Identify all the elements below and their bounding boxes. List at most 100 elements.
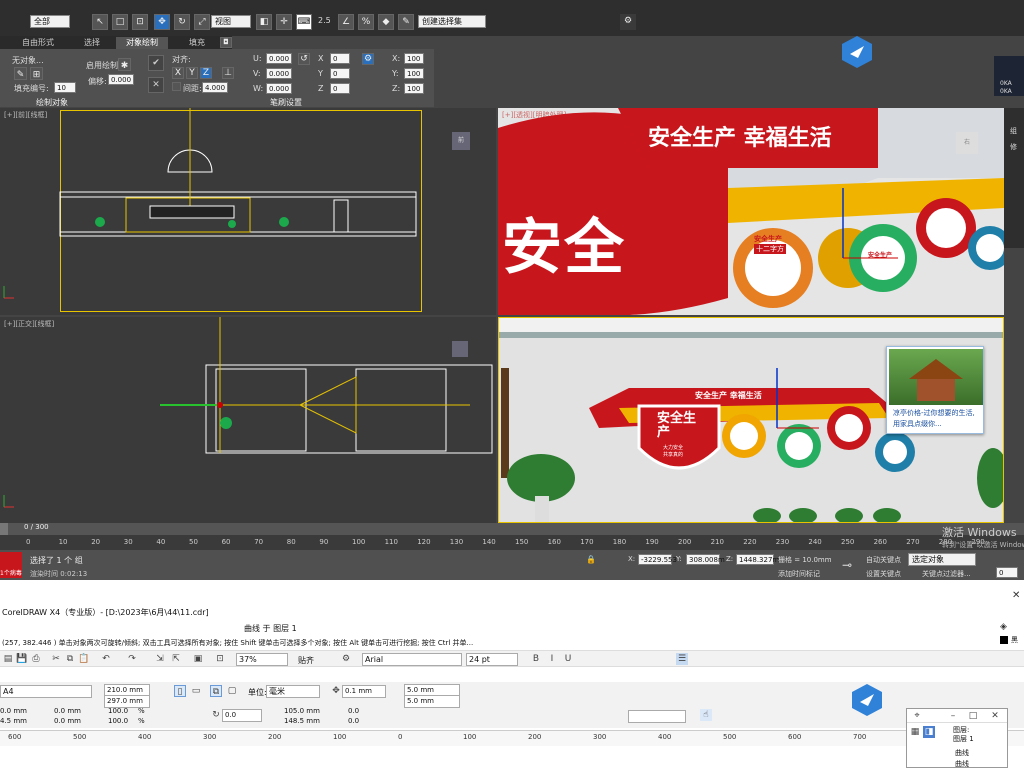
move-icon[interactable]: ✥ <box>154 14 170 30</box>
viewcube-ortho[interactable] <box>452 341 468 357</box>
no-object-label[interactable]: 无对象... <box>12 55 44 66</box>
copy-icon[interactable]: ⧉ <box>64 653 76 665</box>
skew-v-value[interactable]: 0.0 <box>348 717 359 725</box>
spacing-field[interactable]: 4.000 <box>202 82 228 93</box>
undo-icon[interactable]: ↶ <box>100 653 112 665</box>
tab-populate[interactable]: 填充 <box>189 37 205 49</box>
bold-icon[interactable]: B <box>530 653 542 665</box>
snap-toggle[interactable]: 2.5 <box>318 16 331 25</box>
viewport-front[interactable]: [+][前][线框] 前 <box>0 108 496 315</box>
save-icon[interactable]: 💾 <box>16 653 28 665</box>
landscape-icon[interactable]: ▭ <box>190 685 202 697</box>
scale-z-field[interactable]: 100 <box>404 83 424 94</box>
key-icon[interactable]: ⊸ <box>842 558 852 572</box>
align-x-button[interactable]: X <box>172 67 184 79</box>
hand-icon[interactable]: ☝ <box>700 709 712 721</box>
ad-popup[interactable]: 凉亭价格-过你想要的生活,用家具点缀你... <box>886 346 984 434</box>
time-slider-handle[interactable] <box>0 523 8 535</box>
import-icon[interactable]: ⇲ <box>154 653 166 665</box>
maximize-icon[interactable]: □ <box>967 710 979 722</box>
scale-y-field[interactable]: 100 <box>404 68 424 79</box>
panel-layer-name[interactable]: 图层 1 <box>953 734 974 744</box>
paint-brush-icon[interactable]: ✎ <box>14 67 27 80</box>
all-pages-icon[interactable]: ⧉ <box>210 685 222 697</box>
current-page-icon[interactable]: ▢ <box>226 685 238 697</box>
duplicate-y-field[interactable]: 5.0 mm <box>404 695 460 708</box>
viewport-perspective[interactable]: [+][透视][明暗处理] 安全生产 幸福生活 安全 安全生产 十二字方 安全生… <box>498 108 1004 315</box>
scale-icon[interactable]: ⤢ <box>194 14 210 30</box>
fill-number-field[interactable]: 10 <box>54 82 76 93</box>
spacing-checkbox[interactable] <box>172 82 181 91</box>
scale-lock-icon[interactable]: ⚙ <box>362 53 374 65</box>
named-selection-set[interactable]: 创建选择集 <box>418 15 486 28</box>
align-y-button[interactable]: Y <box>186 67 198 79</box>
size-h-value[interactable]: 0.0 mm <box>54 717 81 725</box>
track-bar[interactable]: 0 10 20 30 40 50 60 70 80 90 100 110 120 130 140 150 160… <box>0 535 1024 550</box>
percent-snap-icon[interactable]: % <box>358 14 374 30</box>
italic-icon[interactable]: I <box>546 653 558 665</box>
keyboard-shortcut-icon[interactable]: ⌨ <box>296 14 312 30</box>
viewcube-perspective[interactable]: 右 <box>956 132 978 154</box>
rotate-icon-corel[interactable]: ↻ <box>210 709 222 721</box>
center-x-value[interactable]: 105.0 mm <box>284 707 320 715</box>
angle-field[interactable]: 0.0 <box>222 709 262 722</box>
fill-icon[interactable]: ◈ <box>1000 622 1010 632</box>
add-time-tag[interactable]: 添加时间标记 <box>778 569 820 579</box>
font-dropdown[interactable]: Arial <box>362 653 462 666</box>
ad-image[interactable] <box>889 349 983 405</box>
reference-coord-dropdown[interactable]: 视图 <box>211 15 251 28</box>
u-field[interactable]: 0.000 <box>266 53 292 64</box>
selected-object-dropdown[interactable]: 选定对象 <box>908 553 976 566</box>
angle-snap-icon[interactable]: ∠ <box>338 14 354 30</box>
zoom-dropdown[interactable]: 37% <box>236 653 288 666</box>
ribbon-toggle-icon[interactable]: ◘ <box>220 37 232 48</box>
coord-z-field[interactable]: 1448.327m <box>736 554 779 565</box>
x-offset-field[interactable]: 0 <box>330 53 350 64</box>
coord-y-field[interactable]: 308.008m <box>686 554 725 565</box>
offset-field[interactable]: 0.000 <box>108 74 134 85</box>
tab-freeform[interactable]: 自由形式 <box>22 37 54 49</box>
options-icon[interactable]: ⚙ <box>340 653 352 665</box>
time-slider[interactable]: 0 / 300 <box>0 523 1024 535</box>
pivot-icon[interactable]: ◧ <box>256 14 272 30</box>
rotate-icon[interactable]: ↻ <box>174 14 190 30</box>
panel-curve-2[interactable]: 曲线 <box>955 759 969 768</box>
current-frame-field[interactable]: 0 <box>996 567 1018 578</box>
welcome-icon[interactable]: ⊡ <box>214 653 226 665</box>
nudge-field[interactable]: 0.1 mm <box>342 685 386 698</box>
black-swatch[interactable] <box>1000 636 1008 644</box>
panel-curve-1[interactable]: 曲线 <box>955 748 969 758</box>
pin-icon[interactable]: ⌖ <box>911 710 923 722</box>
minimize-icon[interactable]: – <box>947 710 959 722</box>
paint-obj-icon[interactable]: ⊞ <box>30 67 43 80</box>
select-rect-icon[interactable]: □ <box>112 14 128 30</box>
scale-w-value[interactable]: 100.0 <box>108 707 128 715</box>
tab-selection[interactable]: 选择 <box>84 37 100 49</box>
pos-y-value[interactable]: 4.5 mm <box>0 717 27 725</box>
show-props-icon[interactable]: ◨ <box>923 726 935 738</box>
select-manipulate-icon[interactable]: ✛ <box>276 14 292 30</box>
redo-icon[interactable]: ↷ <box>126 653 138 665</box>
y-offset-field[interactable]: 0 <box>330 68 350 79</box>
page-size-dropdown[interactable]: A4 <box>0 685 92 698</box>
ad-text[interactable]: 凉亭价格-过你想要的生活,用家具点缀你... <box>893 408 981 430</box>
export-icon[interactable]: ⇱ <box>170 653 182 665</box>
check-icon[interactable]: ✔ <box>148 55 164 71</box>
cut-icon[interactable]: ✂ <box>50 653 62 665</box>
lock-icon[interactable]: 🔒 <box>586 555 596 564</box>
pos-x-value[interactable]: 0.0 mm <box>0 707 27 715</box>
key-filters-button[interactable]: 关键点过滤器... <box>922 569 971 579</box>
center-y-value[interactable]: 148.5 mm <box>284 717 320 725</box>
edit-named-sel-icon[interactable]: ✎ <box>398 14 414 30</box>
selection-filter-dropdown[interactable]: 全部 <box>30 15 70 28</box>
scale-h-value[interactable]: 100.0 <box>108 717 128 725</box>
layer-icon[interactable]: ▦ <box>909 726 921 738</box>
rotate-u-icon[interactable]: ↺ <box>298 53 310 65</box>
unit-dropdown[interactable]: 毫米 <box>266 685 320 698</box>
set-key-button[interactable]: 设置关键点 <box>866 569 901 579</box>
w-field[interactable]: 0.000 <box>266 83 292 94</box>
close-icon[interactable]: ✕ <box>1012 590 1020 601</box>
portrait-icon[interactable]: ▯ <box>174 685 186 697</box>
nudge-icon[interactable]: ✥ <box>330 685 342 697</box>
open-icon[interactable]: ▤ <box>2 653 14 665</box>
